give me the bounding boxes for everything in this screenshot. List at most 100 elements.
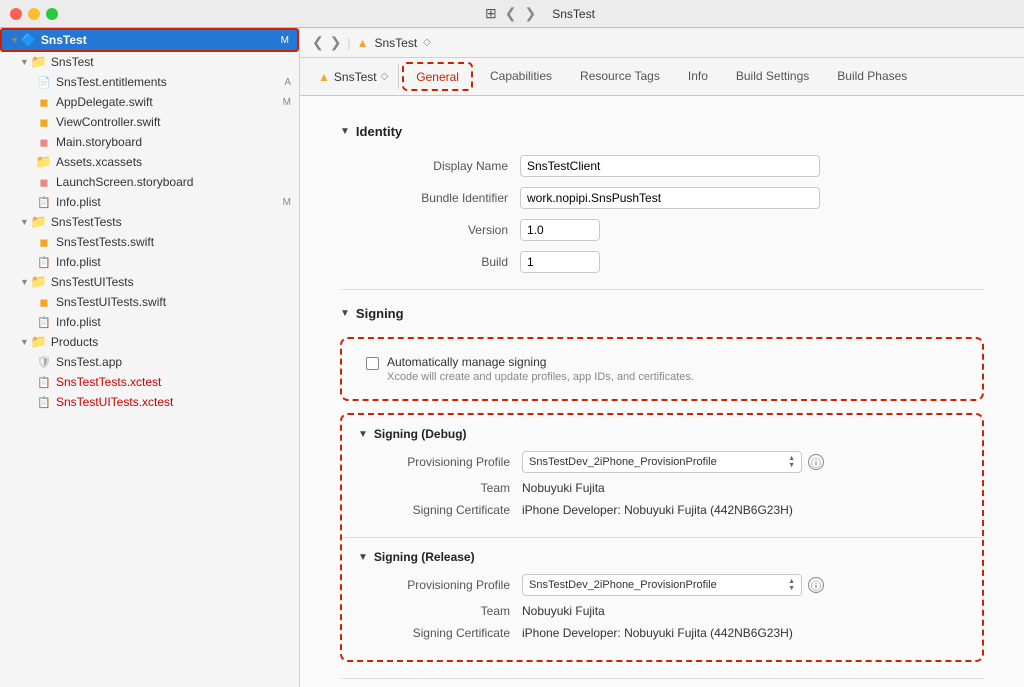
folder-assets[interactable]: 📁 Assets.xcassets xyxy=(0,152,299,172)
assets-label: Assets.xcassets xyxy=(56,155,291,169)
auto-signing-checkbox[interactable] xyxy=(366,357,379,370)
tab-project[interactable]: ▲ SnsTest ◇ xyxy=(308,58,398,95)
title-bar: ⊞ ❮ ❯ SnsTest xyxy=(0,0,1024,28)
bundle-id-label: Bundle Identifier xyxy=(360,191,520,205)
display-name-row: Display Name xyxy=(340,155,984,177)
app-label: SnsTest.app xyxy=(56,355,291,369)
identity-arrow[interactable]: ▼ xyxy=(340,126,350,137)
release-prov-value: SnsTestDev_2iPhone_ProvisionProfile xyxy=(529,579,717,591)
app-icon: 🛡 xyxy=(36,354,52,370)
file-appdelegate[interactable]: ◼ AppDelegate.swift M xyxy=(0,92,299,112)
file-infoplist-tests[interactable]: 📋 Info.plist xyxy=(0,252,299,272)
separator: | xyxy=(347,36,350,50)
folder-icon-snstest: 📁 xyxy=(31,54,47,70)
infoplist-icon: 📋 xyxy=(36,194,52,210)
tests-swift-icon: ◼ xyxy=(36,234,52,250)
display-name-input[interactable] xyxy=(520,155,820,177)
sidebar-root-item[interactable]: ▼ 🔷 SnsTest M xyxy=(0,28,299,52)
signing-release-section: ▼ Signing (Release) Provisioning Profile… xyxy=(342,538,982,640)
debug-team-row: Team Nobuyuki Fujita xyxy=(342,481,982,495)
xctest-icon-1: 📋 xyxy=(36,374,52,390)
minimize-button[interactable] xyxy=(28,8,40,20)
group-products-label: Products xyxy=(51,335,291,349)
group-uitests-label: SnsTestUITests xyxy=(51,275,291,289)
forward-button[interactable]: ❯ xyxy=(330,34,342,51)
file-entitlements[interactable]: 📄 SnsTest.entitlements A xyxy=(0,72,299,92)
viewcontroller-icon: ◼ xyxy=(36,114,52,130)
file-main-storyboard[interactable]: ◼ Main.storyboard xyxy=(0,132,299,152)
version-input[interactable] xyxy=(520,219,600,241)
back-button[interactable]: ❮ xyxy=(312,34,324,51)
release-prov-info-btn[interactable]: ⓘ xyxy=(808,577,824,593)
toolbar-icon-right[interactable]: ❯ xyxy=(525,5,537,22)
infoplist-tests-icon: 📋 xyxy=(36,254,52,270)
sidebar: ▼ 🔷 SnsTest M ▼ 📁 SnsTest 📄 SnsTest.enti… xyxy=(0,28,300,687)
toolbar-icon-left[interactable]: ❮ xyxy=(505,5,517,22)
debug-prov-info-btn[interactable]: ⓘ xyxy=(808,454,824,470)
maximize-button[interactable] xyxy=(46,8,58,20)
uitests-swift-icon: ◼ xyxy=(36,294,52,310)
divider-1 xyxy=(340,289,984,290)
release-prov-select[interactable]: SnsTestDev_2iPhone_ProvisionProfile ▲▼ xyxy=(522,574,802,596)
entitlements-label: SnsTest.entitlements xyxy=(56,75,280,89)
signing-arrow[interactable]: ▼ xyxy=(340,308,350,319)
launchscreen-icon: ◼ xyxy=(36,174,52,190)
build-input[interactable] xyxy=(520,251,600,273)
signing-title: Signing xyxy=(356,306,404,321)
folder-icon-uitests: 📁 xyxy=(31,274,47,290)
appdelegate-label: AppDelegate.swift xyxy=(56,95,279,109)
group-snstesttests[interactable]: ▼ 📁 SnsTestTests xyxy=(0,212,299,232)
file-viewcontroller[interactable]: ◼ ViewController.swift xyxy=(0,112,299,132)
file-infoplist-snstest[interactable]: 📋 Info.plist M xyxy=(0,192,299,212)
tab-info[interactable]: Info xyxy=(674,58,722,95)
group-snstestuitests[interactable]: ▼ 📁 SnsTestUITests xyxy=(0,272,299,292)
file-snstestuitests-xctest[interactable]: 📋 SnsTestUITests.xctest xyxy=(0,392,299,412)
toolbar-icon-grid[interactable]: ⊞ xyxy=(485,5,497,22)
file-launchscreen[interactable]: ◼ LaunchScreen.storyboard xyxy=(0,172,299,192)
tab-build-settings[interactable]: Build Settings xyxy=(722,58,823,95)
bundle-id-input[interactable] xyxy=(520,187,820,209)
group-products[interactable]: ▼ 📁 Products xyxy=(0,332,299,352)
group-snstest-label: SnsTest xyxy=(51,55,291,69)
divider-2 xyxy=(340,678,984,679)
group-snstest[interactable]: ▼ 📁 SnsTest xyxy=(0,52,299,72)
release-prov-label: Provisioning Profile xyxy=(362,578,522,592)
xctest-icon-2: 📋 xyxy=(36,394,52,410)
file-snstesttests-xctest[interactable]: 📋 SnsTestTests.xctest xyxy=(0,372,299,392)
debug-team-value: Nobuyuki Fujita xyxy=(522,481,605,495)
breadcrumb-disclosure[interactable]: ◇ xyxy=(423,37,431,48)
infoplist-badge: M xyxy=(283,197,291,208)
tab-capabilities[interactable]: Capabilities xyxy=(476,58,566,95)
version-label: Version xyxy=(360,223,520,237)
tab-general[interactable]: General xyxy=(402,62,473,91)
signing-debug-arrow[interactable]: ▼ xyxy=(358,429,368,440)
debug-prov-select[interactable]: SnsTestDev_2iPhone_ProvisionProfile ▲▼ xyxy=(522,451,802,473)
signing-release-arrow[interactable]: ▼ xyxy=(358,552,368,563)
viewcontroller-label: ViewController.swift xyxy=(56,115,291,129)
project-tab-icon: ▲ xyxy=(318,70,330,84)
debug-cert-value: iPhone Developer: Nobuyuki Fujita (442NB… xyxy=(522,503,793,517)
release-cert-row: Signing Certificate iPhone Developer: No… xyxy=(342,626,982,640)
tab-resource-tags[interactable]: Resource Tags xyxy=(566,58,674,95)
appdelegate-icon: ◼ xyxy=(36,94,52,110)
file-snstest-app[interactable]: 🛡 SnsTest.app xyxy=(0,352,299,372)
infoplist-snstest-label: Info.plist xyxy=(56,195,279,209)
entitlements-icon: 📄 xyxy=(36,74,52,90)
signing-release-title: Signing (Release) xyxy=(374,550,475,564)
close-button[interactable] xyxy=(10,8,22,20)
display-name-label: Display Name xyxy=(360,159,520,173)
signing-debug-title: Signing (Debug) xyxy=(374,427,467,441)
root-badge: M xyxy=(281,35,289,46)
folder-icon-products: 📁 xyxy=(31,334,47,350)
project-tab-disclosure[interactable]: ◇ xyxy=(381,71,389,82)
infoplist-uitests-label: Info.plist xyxy=(56,315,291,329)
file-infoplist-uitests[interactable]: 📋 Info.plist xyxy=(0,312,299,332)
window-title: SnsTest xyxy=(552,7,595,21)
release-cert-label: Signing Certificate xyxy=(362,626,522,640)
file-uitests-swift[interactable]: ◼ SnsTestUITests.swift xyxy=(0,292,299,312)
tab-build-phases[interactable]: Build Phases xyxy=(823,58,921,95)
file-snstesttests-swift[interactable]: ◼ SnsTestTests.swift xyxy=(0,232,299,252)
entitlements-badge: A xyxy=(284,77,291,88)
tab-bar: ▲ SnsTest ◇ General Capabilities Resourc… xyxy=(300,58,1024,96)
main-storyboard-label: Main.storyboard xyxy=(56,135,291,149)
